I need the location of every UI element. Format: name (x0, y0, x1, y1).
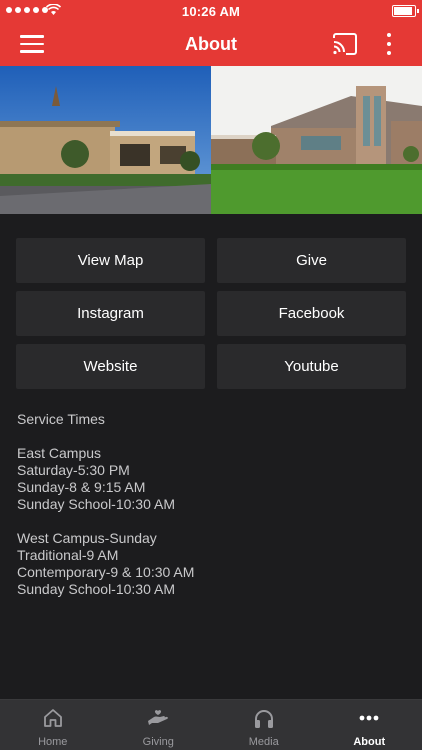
east-campus-line: Sunday School-10:30 AM (17, 496, 175, 512)
east-campus-photo (0, 66, 211, 214)
more-dots-icon (359, 715, 379, 721)
west-campus-line: Sunday School-10:30 AM (17, 581, 175, 597)
west-campus-photo (211, 66, 422, 214)
view-map-button[interactable]: View Map (16, 238, 205, 283)
east-campus-line: Saturday-5:30 PM (17, 462, 130, 478)
service-times-heading: Service Times (17, 411, 105, 427)
action-button-grid: View Map Give Instagram Facebook Website… (16, 238, 406, 389)
campus-photos (0, 66, 422, 214)
tab-home[interactable]: Home (0, 700, 106, 750)
tab-label: Giving (142, 736, 174, 748)
give-button[interactable]: Give (217, 238, 406, 283)
tab-label: About (353, 736, 386, 748)
page-title: About (185, 34, 237, 54)
tab-giving[interactable]: Giving (106, 700, 212, 750)
facebook-button[interactable]: Facebook (217, 291, 406, 336)
status-time: 10:26 AM (181, 4, 241, 19)
east-campus-times: East Campus Saturday-5:30 PM Sunday-8 & … (17, 445, 194, 513)
west-campus-line: Traditional-9 AM (17, 547, 119, 563)
headphones-icon (254, 710, 273, 728)
instagram-button[interactable]: Instagram (16, 291, 205, 336)
more-vertical-icon[interactable] (383, 32, 395, 56)
battery-icon (392, 5, 419, 17)
east-campus-line: East Campus (17, 445, 102, 461)
home-icon (43, 709, 62, 727)
status-bar: 10:26 AM (0, 0, 422, 22)
app-bar: About (0, 22, 422, 66)
tab-label: Home (38, 736, 68, 748)
website-button[interactable]: Website (16, 344, 205, 389)
west-campus-line: West Campus-Sunday (17, 530, 157, 546)
service-times: Service Times East Campus Saturday-5:30 … (17, 411, 194, 615)
tab-label: Media (248, 736, 279, 748)
east-campus-line: Sunday-8 & 9:15 AM (17, 479, 146, 495)
west-campus-times: West Campus-Sunday Traditional-9 AM Cont… (17, 530, 194, 598)
cast-icon[interactable] (332, 32, 358, 56)
bottom-tab-bar: Home Giving Media About (0, 699, 422, 750)
tab-about[interactable]: About (317, 700, 422, 750)
youtube-button[interactable]: Youtube (217, 344, 406, 389)
west-campus-line: Contemporary-9 & 10:30 AM (17, 564, 195, 580)
giving-hand-icon (148, 710, 169, 725)
tab-media[interactable]: Media (211, 700, 317, 750)
